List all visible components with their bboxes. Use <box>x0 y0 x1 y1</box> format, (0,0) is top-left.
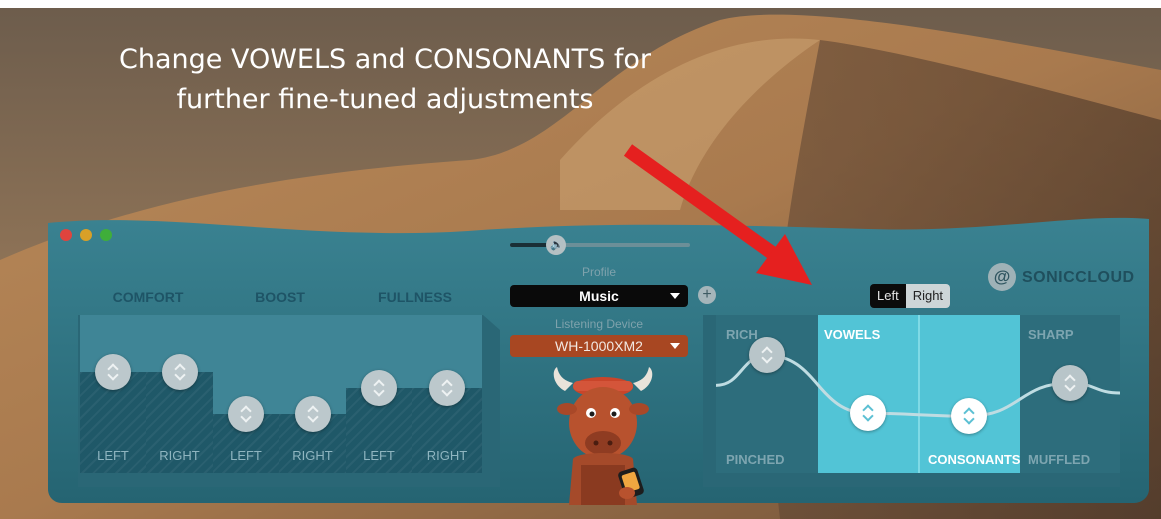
close-window-button[interactable] <box>60 229 72 241</box>
device-value: WH-1000XM2 <box>555 338 643 354</box>
screenshot: Change VOWELS and CONSONANTS for further… <box>0 0 1161 519</box>
fullness-right-slider[interactable]: RIGHT <box>412 315 482 473</box>
volume-knob[interactable]: 🔊 <box>546 235 566 255</box>
volume-slider[interactable]: 🔊 <box>510 235 690 255</box>
consonants-label: CONSONANTS <box>928 452 1021 467</box>
minimize-window-button[interactable] <box>80 229 92 241</box>
sharp-muffled-knob[interactable] <box>1052 364 1088 401</box>
speaker-icon: 🔊 <box>550 239 564 251</box>
slider-knob[interactable] <box>294 396 331 432</box>
pinched-label: PINCHED <box>726 452 785 467</box>
soniccloud-logo: @ SONICCLOUD <box>988 263 1134 293</box>
sharp-label: SHARP <box>1028 327 1074 342</box>
right-ear-tab[interactable]: Right <box>905 284 951 308</box>
slider-knob[interactable] <box>361 370 397 406</box>
bull-mascot <box>553 367 653 505</box>
comfort-left-slider[interactable]: LEFT <box>80 315 147 473</box>
rich-label: RICH <box>726 327 758 342</box>
ear-toggle[interactable]: Left Right <box>870 284 951 308</box>
side-label-left: LEFT <box>363 448 395 463</box>
listening-device-select[interactable]: WH-1000XM2 <box>510 335 688 357</box>
volume-fill <box>510 243 550 247</box>
slider-knob[interactable] <box>161 354 198 390</box>
side-label-left: LEFT <box>230 448 262 463</box>
side-label-left: LEFT <box>97 448 129 463</box>
vowels-label: VOWELS <box>824 327 881 342</box>
zoom-window-button[interactable] <box>100 229 112 241</box>
comfort-right-slider[interactable]: RIGHT <box>146 315 214 473</box>
comfort-label: COMFORT <box>112 289 184 305</box>
consonants-knob[interactable] <box>951 398 987 435</box>
slider-knob[interactable] <box>228 396 264 432</box>
instruction-caption: Change VOWELS and CONSONANTS for further… <box>60 40 710 120</box>
caption-line-1: Change VOWELS and CONSONANTS for <box>119 44 651 75</box>
chevron-down-icon <box>670 343 680 349</box>
side-label-right: RIGHT <box>292 448 333 463</box>
muffled-label: MUFFLED <box>1028 452 1091 467</box>
profile-label: Profile <box>581 265 616 279</box>
left-ear-tab[interactable]: Left <box>870 284 906 308</box>
fullness-left-slider[interactable]: LEFT <box>346 315 413 473</box>
plus-icon: + <box>702 286 712 303</box>
slider-knob[interactable] <box>95 354 131 390</box>
soniccloud-window: COMFORT BOOST FULLNESS LEFT RIGHT LEFT R… <box>48 215 1149 505</box>
side-label-right: RIGHT <box>159 448 200 463</box>
add-profile-button[interactable]: + <box>698 286 716 304</box>
listening-device-label: Listening Device <box>554 317 644 331</box>
boost-left-slider[interactable]: LEFT <box>213 315 280 473</box>
ear-icon: @ <box>988 263 1016 291</box>
chevron-down-icon <box>670 293 680 299</box>
boost-right-slider[interactable]: RIGHT <box>279 315 347 473</box>
fullness-label: FULLNESS <box>378 289 452 305</box>
profile-value: Music <box>579 288 619 304</box>
slider-knob[interactable] <box>429 370 465 406</box>
profile-select[interactable]: Music <box>510 285 688 307</box>
brand-name: SONICCLOUD <box>1022 269 1135 286</box>
boost-label: BOOST <box>255 289 305 305</box>
caption-line-2: further fine-tuned adjustments <box>176 84 594 115</box>
side-label-right: RIGHT <box>426 448 468 463</box>
